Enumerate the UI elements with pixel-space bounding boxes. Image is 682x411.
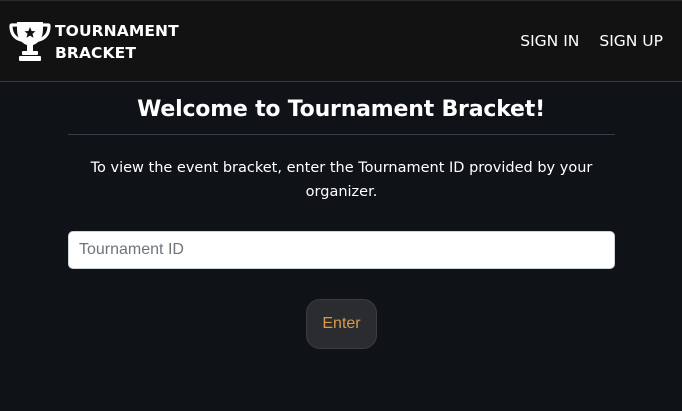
- brand-title-line2: BRACKET: [55, 44, 136, 62]
- sign-in-link[interactable]: SIGN IN: [520, 31, 579, 51]
- tournament-id-input[interactable]: [68, 231, 615, 269]
- title-divider: [68, 134, 615, 135]
- sign-up-link[interactable]: SIGN UP: [599, 31, 663, 51]
- page-title: Welcome to Tournament Bracket!: [137, 97, 545, 122]
- navbar: TOURNAMENT BRACKET SIGN IN SIGN UP: [0, 0, 682, 82]
- nav-links: SIGN IN SIGN UP: [500, 31, 663, 51]
- trophy-icon: [9, 22, 51, 61]
- brand-title-line1: TOURNAMENT: [55, 22, 179, 40]
- main-content: Welcome to Tournament Bracket! To view t…: [0, 82, 682, 411]
- enter-button[interactable]: Enter: [306, 299, 377, 349]
- instructions-text: To view the event bracket, enter the Tou…: [90, 160, 593, 200]
- brand-title: TOURNAMENT BRACKET: [55, 20, 179, 64]
- brand-logo[interactable]: TOURNAMENT BRACKET: [9, 19, 179, 64]
